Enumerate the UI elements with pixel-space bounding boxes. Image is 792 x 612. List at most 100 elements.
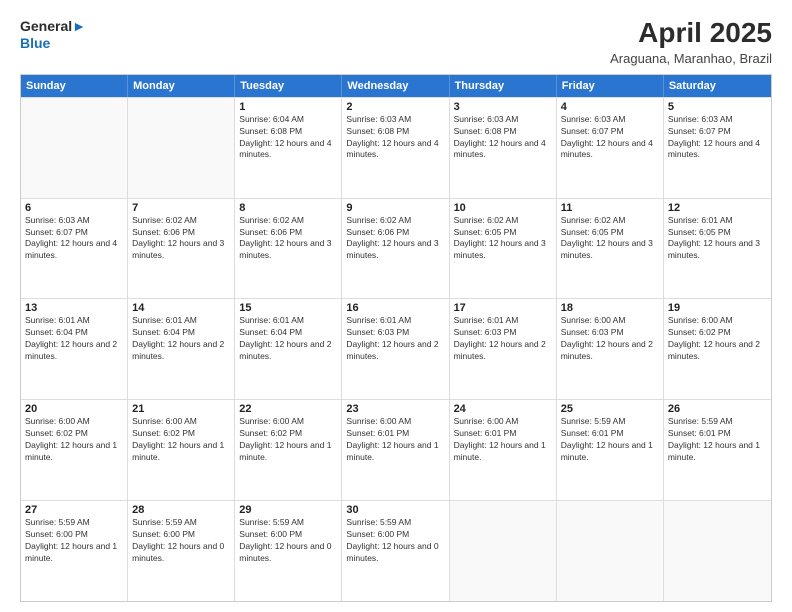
calendar: SundayMondayTuesdayWednesdayThursdayFrid… [20,74,772,602]
day-20: 20 Sunrise: 6:00 AMSunset: 6:02 PMDaylig… [21,400,128,500]
day-number: 12 [668,202,767,214]
day-13: 13 Sunrise: 6:01 AMSunset: 6:04 PMDaylig… [21,299,128,399]
day-number: 24 [454,403,552,415]
day-23: 23 Sunrise: 6:00 AMSunset: 6:01 PMDaylig… [342,400,449,500]
cell-detail: Sunrise: 6:00 AMSunset: 6:03 PMDaylight:… [561,315,659,363]
day-7: 7 Sunrise: 6:02 AMSunset: 6:06 PMDayligh… [128,199,235,299]
day-15: 15 Sunrise: 6:01 AMSunset: 6:04 PMDaylig… [235,299,342,399]
cell-detail: Sunrise: 6:01 AMSunset: 6:04 PMDaylight:… [239,315,337,363]
cell-detail: Sunrise: 6:00 AMSunset: 6:01 PMDaylight:… [346,416,444,464]
day-28: 28 Sunrise: 5:59 AMSunset: 6:00 PMDaylig… [128,501,235,601]
day-number: 20 [25,403,123,415]
day-number: 26 [668,403,767,415]
cell-detail: Sunrise: 6:01 AMSunset: 6:04 PMDaylight:… [25,315,123,363]
header-day-wednesday: Wednesday [342,75,449,97]
day-number: 23 [346,403,444,415]
header-day-sunday: Sunday [21,75,128,97]
cell-detail: Sunrise: 6:00 AMSunset: 6:02 PMDaylight:… [668,315,767,363]
day-number: 10 [454,202,552,214]
cell-detail: Sunrise: 5:59 AMSunset: 6:01 PMDaylight:… [561,416,659,464]
logo-general: General► [20,18,86,35]
cell-detail: Sunrise: 6:01 AMSunset: 6:05 PMDaylight:… [668,215,767,263]
day-16: 16 Sunrise: 6:01 AMSunset: 6:03 PMDaylig… [342,299,449,399]
cell-detail: Sunrise: 6:02 AMSunset: 6:06 PMDaylight:… [239,215,337,263]
day-number: 5 [668,101,767,113]
week-row-4: 20 Sunrise: 6:00 AMSunset: 6:02 PMDaylig… [21,399,771,500]
header: General► Blue April 2025 Araguana, Maran… [20,18,772,66]
day-6: 6 Sunrise: 6:03 AMSunset: 6:07 PMDayligh… [21,199,128,299]
empty-cell-0-0 [21,98,128,198]
day-number: 19 [668,302,767,314]
cell-detail: Sunrise: 5:59 AMSunset: 6:00 PMDaylight:… [346,517,444,565]
cell-detail: Sunrise: 6:00 AMSunset: 6:02 PMDaylight:… [25,416,123,464]
day-26: 26 Sunrise: 5:59 AMSunset: 6:01 PMDaylig… [664,400,771,500]
day-number: 18 [561,302,659,314]
cell-detail: Sunrise: 5:59 AMSunset: 6:00 PMDaylight:… [132,517,230,565]
day-number: 29 [239,504,337,516]
day-2: 2 Sunrise: 6:03 AMSunset: 6:08 PMDayligh… [342,98,449,198]
day-11: 11 Sunrise: 6:02 AMSunset: 6:05 PMDaylig… [557,199,664,299]
title-block: April 2025 Araguana, Maranhao, Brazil [610,18,772,66]
day-number: 9 [346,202,444,214]
logo: General► Blue [20,18,86,52]
cell-detail: Sunrise: 6:01 AMSunset: 6:04 PMDaylight:… [132,315,230,363]
day-19: 19 Sunrise: 6:00 AMSunset: 6:02 PMDaylig… [664,299,771,399]
day-number: 21 [132,403,230,415]
day-17: 17 Sunrise: 6:01 AMSunset: 6:03 PMDaylig… [450,299,557,399]
cell-detail: Sunrise: 6:02 AMSunset: 6:05 PMDaylight:… [454,215,552,263]
day-number: 30 [346,504,444,516]
cell-detail: Sunrise: 6:01 AMSunset: 6:03 PMDaylight:… [454,315,552,363]
week-row-3: 13 Sunrise: 6:01 AMSunset: 6:04 PMDaylig… [21,298,771,399]
day-25: 25 Sunrise: 5:59 AMSunset: 6:01 PMDaylig… [557,400,664,500]
cell-detail: Sunrise: 5:59 AMSunset: 6:01 PMDaylight:… [668,416,767,464]
week-row-1: 1 Sunrise: 6:04 AMSunset: 6:08 PMDayligh… [21,97,771,198]
calendar-body: 1 Sunrise: 6:04 AMSunset: 6:08 PMDayligh… [21,97,771,601]
cell-detail: Sunrise: 6:03 AMSunset: 6:08 PMDaylight:… [454,114,552,162]
logo-blue: Blue [20,35,86,52]
cell-detail: Sunrise: 6:03 AMSunset: 6:07 PMDaylight:… [25,215,123,263]
day-9: 9 Sunrise: 6:02 AMSunset: 6:06 PMDayligh… [342,199,449,299]
header-day-saturday: Saturday [664,75,771,97]
day-5: 5 Sunrise: 6:03 AMSunset: 6:07 PMDayligh… [664,98,771,198]
week-row-2: 6 Sunrise: 6:03 AMSunset: 6:07 PMDayligh… [21,198,771,299]
day-10: 10 Sunrise: 6:02 AMSunset: 6:05 PMDaylig… [450,199,557,299]
day-number: 6 [25,202,123,214]
day-8: 8 Sunrise: 6:02 AMSunset: 6:06 PMDayligh… [235,199,342,299]
day-number: 8 [239,202,337,214]
day-number: 11 [561,202,659,214]
day-number: 22 [239,403,337,415]
cell-detail: Sunrise: 6:03 AMSunset: 6:07 PMDaylight:… [561,114,659,162]
day-3: 3 Sunrise: 6:03 AMSunset: 6:08 PMDayligh… [450,98,557,198]
day-22: 22 Sunrise: 6:00 AMSunset: 6:02 PMDaylig… [235,400,342,500]
cell-detail: Sunrise: 6:02 AMSunset: 6:06 PMDaylight:… [346,215,444,263]
day-number: 28 [132,504,230,516]
day-24: 24 Sunrise: 6:00 AMSunset: 6:01 PMDaylig… [450,400,557,500]
day-number: 14 [132,302,230,314]
day-29: 29 Sunrise: 5:59 AMSunset: 6:00 PMDaylig… [235,501,342,601]
day-number: 4 [561,101,659,113]
day-number: 1 [239,101,337,113]
day-number: 2 [346,101,444,113]
page: General► Blue April 2025 Araguana, Maran… [0,0,792,612]
day-14: 14 Sunrise: 6:01 AMSunset: 6:04 PMDaylig… [128,299,235,399]
header-day-monday: Monday [128,75,235,97]
cell-detail: Sunrise: 5:59 AMSunset: 6:00 PMDaylight:… [239,517,337,565]
empty-cell-4-4 [450,501,557,601]
empty-cell-4-6 [664,501,771,601]
cell-detail: Sunrise: 6:03 AMSunset: 6:08 PMDaylight:… [346,114,444,162]
day-12: 12 Sunrise: 6:01 AMSunset: 6:05 PMDaylig… [664,199,771,299]
day-27: 27 Sunrise: 5:59 AMSunset: 6:00 PMDaylig… [21,501,128,601]
day-number: 15 [239,302,337,314]
month-title: April 2025 [610,18,772,49]
day-4: 4 Sunrise: 6:03 AMSunset: 6:07 PMDayligh… [557,98,664,198]
cell-detail: Sunrise: 5:59 AMSunset: 6:00 PMDaylight:… [25,517,123,565]
location: Araguana, Maranhao, Brazil [610,51,772,66]
day-number: 3 [454,101,552,113]
header-day-tuesday: Tuesday [235,75,342,97]
day-1: 1 Sunrise: 6:04 AMSunset: 6:08 PMDayligh… [235,98,342,198]
day-number: 16 [346,302,444,314]
cell-detail: Sunrise: 6:00 AMSunset: 6:02 PMDaylight:… [132,416,230,464]
cell-detail: Sunrise: 6:01 AMSunset: 6:03 PMDaylight:… [346,315,444,363]
cell-detail: Sunrise: 6:02 AMSunset: 6:05 PMDaylight:… [561,215,659,263]
cell-detail: Sunrise: 6:00 AMSunset: 6:02 PMDaylight:… [239,416,337,464]
